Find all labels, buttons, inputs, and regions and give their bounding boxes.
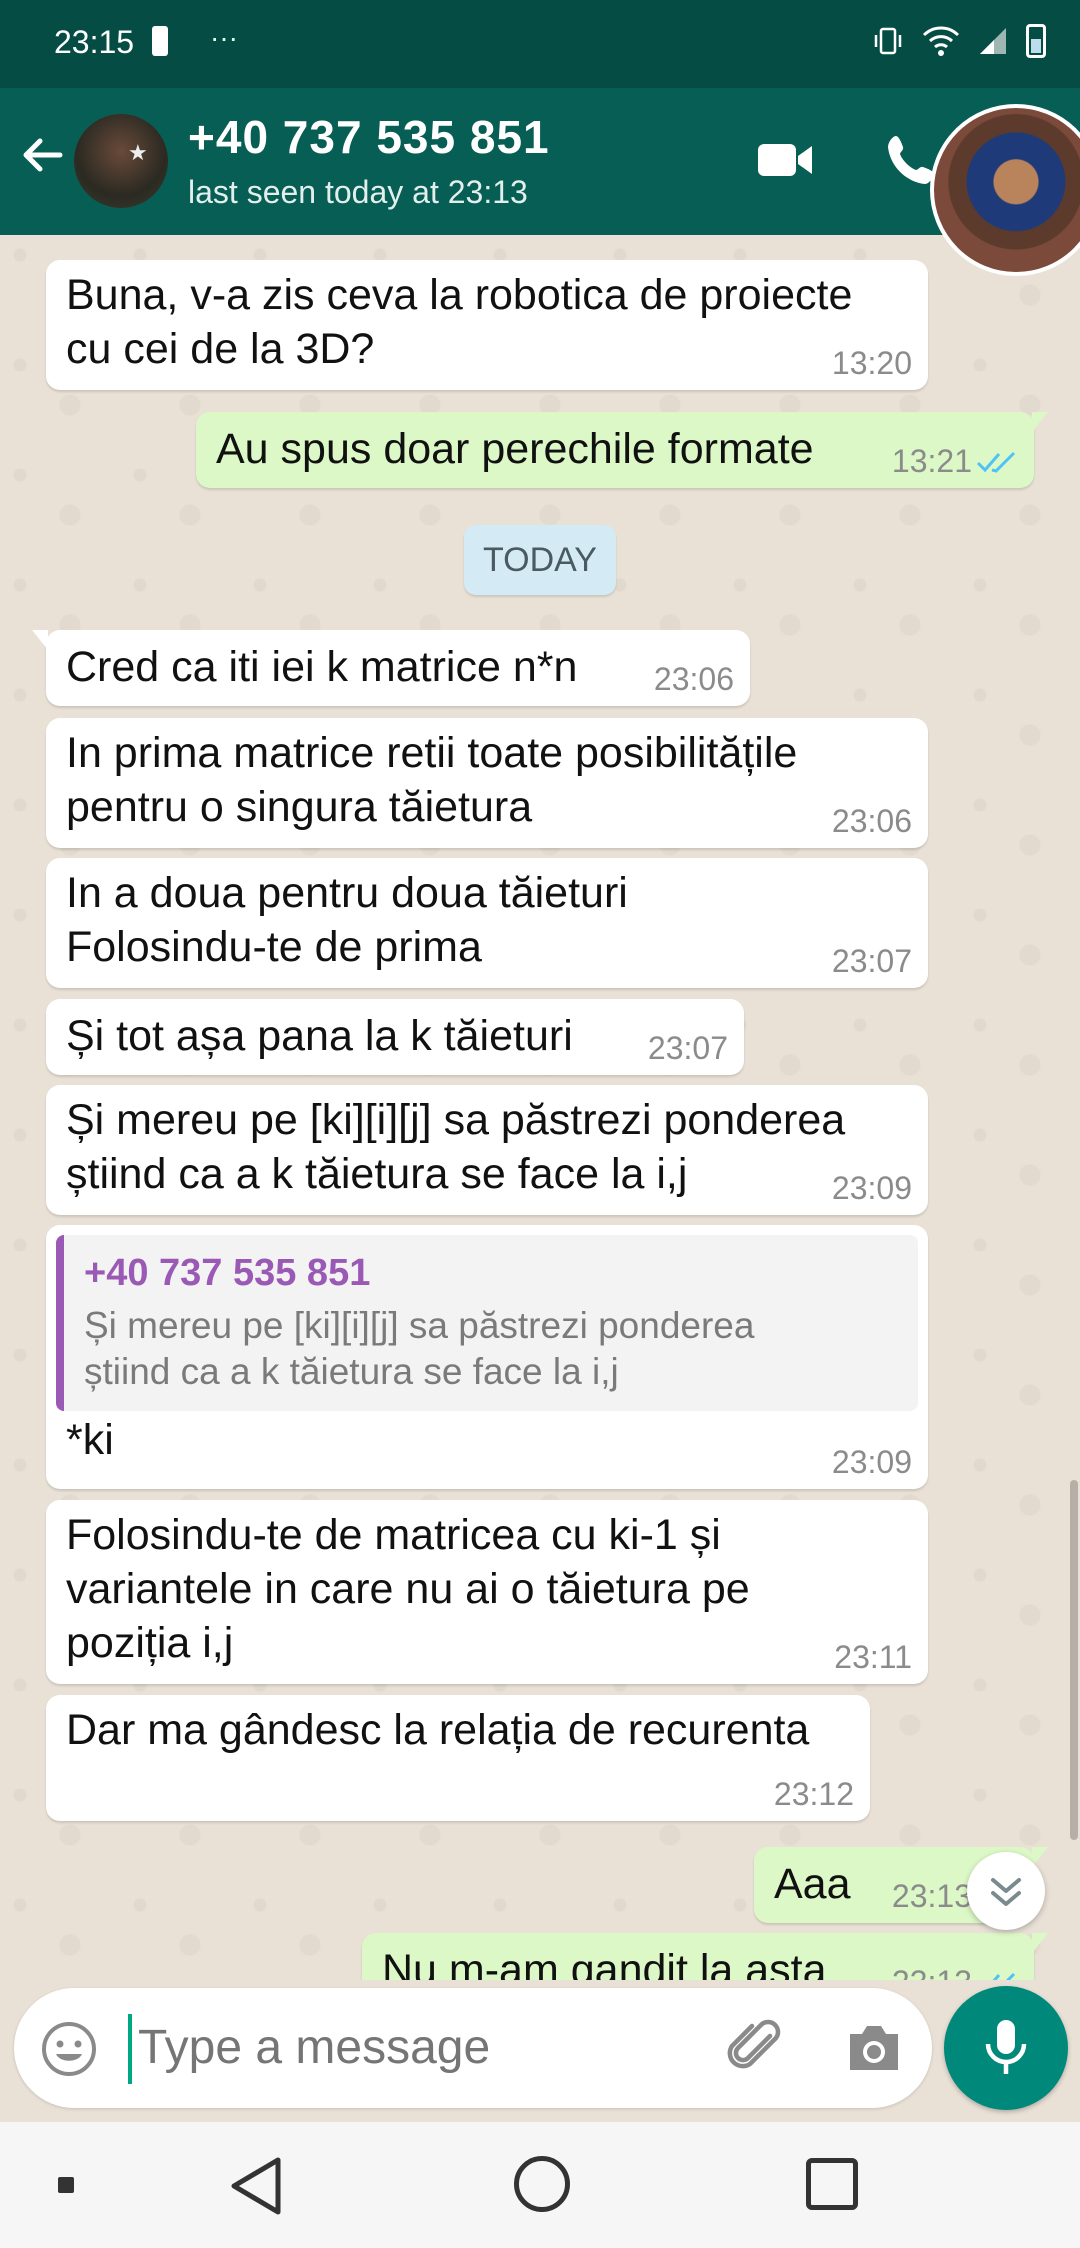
nav-back-icon[interactable] (228, 2156, 286, 2216)
status-bar: 23:15 ··· (0, 0, 1080, 88)
battery-icon (1026, 24, 1046, 58)
message-time: 23:09 (831, 1170, 912, 1206)
quote-author: +40 737 535 851 (84, 1252, 371, 1294)
message-incoming[interactable]: Și tot așa pana la k tăieturi 23:07 (46, 999, 744, 1075)
signal-icon (980, 28, 1006, 54)
chat-scrollbar[interactable] (1070, 1480, 1078, 1840)
nav-dot-icon[interactable] (58, 2177, 74, 2193)
more-notifications-icon: ··· (210, 22, 238, 53)
quote-text: Și mereu pe [ki][i][j] sa păstrezi ponde… (84, 1305, 755, 1346)
status-icons (872, 24, 1046, 58)
message-incoming[interactable]: Folosindu-te de matricea cu ki-1 și vari… (46, 1500, 928, 1684)
message-text: Folosindu-te de matricea cu ki-1 și (66, 1511, 721, 1559)
message-text: știind ca a k tăietura se face la i,j (66, 1150, 688, 1198)
message-input[interactable] (138, 2018, 698, 2078)
voice-message-button[interactable] (944, 1986, 1068, 2110)
message-text: Și mereu pe [ki][i][j] sa păstrezi ponde… (66, 1096, 846, 1144)
message-incoming[interactable]: In a doua pentru doua tăieturi Folosindu… (46, 858, 928, 988)
emoji-icon[interactable] (40, 2020, 98, 2078)
quoted-message[interactable]: +40 737 535 851 Și mereu pe [ki][i][j] s… (56, 1235, 918, 1411)
scroll-to-bottom-button[interactable] (967, 1852, 1045, 1930)
attach-icon[interactable] (726, 2016, 790, 2080)
message-time: 23:13 (891, 1878, 972, 1914)
message-text: *ki (66, 1416, 114, 1464)
wifi-icon (922, 26, 960, 56)
chevron-down-icon (991, 1878, 1021, 1906)
message-outgoing[interactable]: Nu m-am gandit la asta 23:13 (362, 1933, 1048, 1980)
nav-recents-icon[interactable] (806, 2158, 858, 2210)
message-time: 23:11 (834, 1639, 912, 1675)
contact-name[interactable]: +40 737 535 851 (188, 110, 550, 164)
battery-saver-icon (152, 26, 168, 56)
message-time: 23:13 (892, 1965, 972, 1980)
message-incoming[interactable]: Buna, v-a zis ceva la robotica de proiec… (46, 260, 928, 390)
message-text: Dar ma gândesc la relația de recurenta (66, 1706, 810, 1754)
message-incoming[interactable]: Cred ca iti iei k matrice n*n 23:06 (32, 630, 750, 706)
message-time: 23:07 (831, 943, 912, 979)
message-text: Și tot așa pana la k tăieturi (66, 1012, 573, 1060)
message-incoming[interactable]: In prima matrice retii toate posibilităț… (46, 718, 928, 848)
microphone-icon (985, 2020, 1027, 2074)
nav-home-icon[interactable] (514, 2156, 570, 2212)
message-composer (14, 1988, 932, 2108)
read-ticks-icon (976, 451, 1016, 473)
status-time: 23:15 (54, 24, 135, 60)
chat-area[interactable]: Buna, v-a zis ceva la robotica de proiec… (0, 235, 1080, 1980)
message-text: poziția i,j (66, 1619, 234, 1667)
message-time: 23:09 (831, 1444, 912, 1480)
message-time: 23:07 (647, 1030, 728, 1066)
back-arrow-icon[interactable] (18, 130, 68, 180)
message-incoming[interactable]: Dar ma gândesc la relația de recurenta 2… (46, 1695, 870, 1821)
message-text: Cred ca iti iei k matrice n*n (66, 643, 578, 691)
message-text: Buna, v-a zis ceva la robotica de proiec… (66, 271, 853, 319)
message-time: 23:06 (831, 803, 912, 839)
message-text: Folosindu-te de prima (66, 923, 482, 971)
chat-header: +40 737 535 851 last seen today at 23:13 (0, 88, 1080, 235)
message-incoming[interactable]: Și mereu pe [ki][i][j] sa păstrezi ponde… (46, 1085, 928, 1215)
message-outgoing[interactable]: Au spus doar perechile formate 13:21 (196, 412, 1048, 488)
message-text: variantele in care nu ai o tăietura pe (66, 1565, 750, 1613)
message-text: In prima matrice retii toate posibilităț… (66, 729, 798, 777)
quote-text: știind ca a k tăietura se face la i,j (84, 1351, 619, 1392)
last-seen-text: last seen today at 23:13 (188, 174, 528, 210)
system-navigation-bar (0, 2122, 1080, 2248)
read-ticks-icon (992, 1972, 1016, 1980)
message-text: cu cei de la 3D? (66, 325, 375, 373)
message-text: In a doua pentru doua tăieturi (66, 869, 628, 917)
message-time: 13:20 (831, 345, 912, 381)
message-text: pentru o singura tăietura (66, 783, 533, 831)
text-cursor (128, 2014, 132, 2084)
message-time: 23:12 (773, 1776, 854, 1812)
date-separator: TODAY (464, 525, 616, 595)
message-time: 13:21 (891, 443, 972, 479)
video-call-icon[interactable] (756, 138, 814, 182)
message-incoming-reply[interactable]: +40 737 535 851 Și mereu pe [ki][i][j] s… (46, 1225, 928, 1489)
message-time: 23:06 (653, 661, 734, 697)
contact-avatar[interactable] (74, 114, 168, 208)
vibrate-icon (874, 27, 902, 55)
camera-icon[interactable] (844, 2020, 904, 2076)
